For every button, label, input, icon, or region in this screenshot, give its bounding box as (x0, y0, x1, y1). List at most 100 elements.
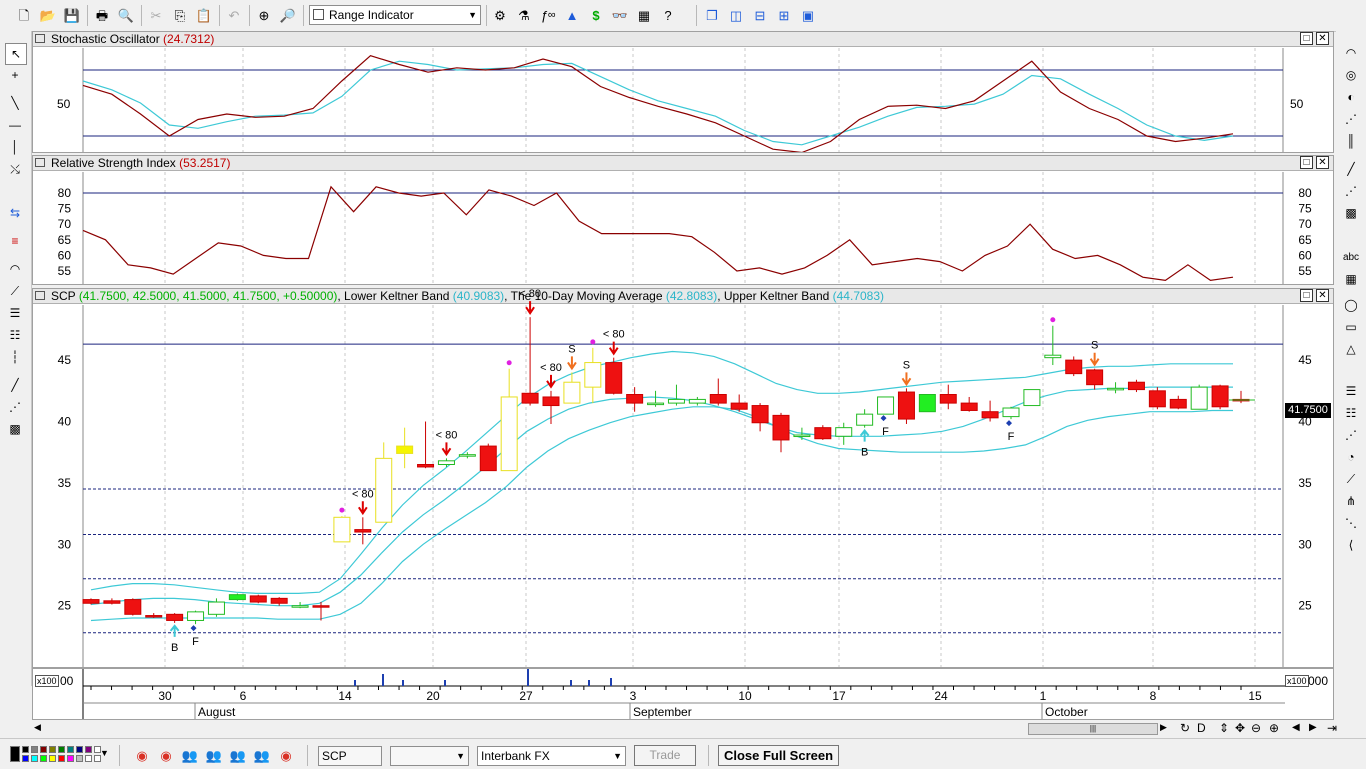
undo-icon[interactable]: ↶ (224, 5, 244, 25)
scroll-right-icon[interactable]: ▶ (1160, 722, 1167, 733)
browser-icon[interactable]: ◉ (156, 745, 176, 765)
refresh-icon[interactable]: ↻ (1180, 721, 1190, 735)
trend-icon[interactable]: ▲ (562, 5, 582, 25)
object-properties-icon[interactable]: ⚙ (490, 5, 510, 25)
gann-fan-tool-icon[interactable]: ⋰ (5, 397, 25, 417)
fibonacci-ext-tool-icon[interactable]: ☷ (5, 325, 25, 345)
ellipse-tool-icon[interactable]: ◯ (1341, 295, 1361, 315)
copy-icon[interactable]: ⎘ (170, 5, 190, 25)
cycle-lines-tool-icon[interactable]: ┆ (5, 347, 25, 367)
ellipse-tool-icon[interactable]: ◐ (1341, 87, 1361, 107)
color-swatch[interactable] (76, 746, 83, 753)
symbol-input[interactable]: SCP (318, 746, 382, 766)
line-tool-icon[interactable]: ╱ (1341, 159, 1361, 179)
gann-tool-icon[interactable]: ⋱ (1341, 513, 1361, 533)
line-tool-icon[interactable]: ╱ (5, 375, 25, 395)
rectangle-tool-icon[interactable]: ▭ (1341, 317, 1361, 337)
tile-vertical-icon[interactable]: ◫ (726, 5, 746, 25)
crosshair-icon[interactable]: ⊕ (254, 5, 274, 25)
speed-fan-tool-icon[interactable]: ⟋ (1341, 469, 1361, 489)
formula-icon[interactable]: ƒ ∞ (538, 5, 558, 25)
open-folder-icon[interactable]: 📂 (38, 5, 58, 25)
indicator-select[interactable]: Range Indicator ▼ (309, 5, 481, 25)
color-swatch[interactable] (49, 746, 56, 753)
scroll-left-icon[interactable]: ◀ (34, 722, 41, 733)
screenshot-icon[interactable]: ▣ (798, 5, 818, 25)
crosshair-tool-icon[interactable]: + (5, 65, 25, 85)
go-to-end-icon[interactable]: ⇥ (1327, 721, 1337, 735)
users-icon[interactable]: 👥 (228, 745, 248, 765)
cycle-lines-tool-icon[interactable]: ║ (1341, 131, 1361, 151)
grid-tool-icon[interactable]: ▩ (5, 419, 25, 439)
users-icon[interactable]: 👥 (180, 745, 200, 765)
pointer-tool-icon[interactable]: ↖ (5, 43, 27, 65)
channel-tool-icon[interactable]: ≡ (5, 231, 25, 251)
indicator-builder-icon[interactable]: ⚗ (514, 5, 534, 25)
fibonacci-tool-icon[interactable]: ☰ (1341, 381, 1361, 401)
arc-tool-icon[interactable]: ◠ (1341, 43, 1361, 63)
color-swatch[interactable] (22, 746, 29, 753)
users-icon[interactable]: 👥 (204, 745, 224, 765)
help-icon[interactable]: ? (658, 5, 678, 25)
zoom-out-icon[interactable]: ⊖ (1251, 721, 1261, 735)
cascade-icon[interactable]: ❐ (702, 5, 722, 25)
grid-tool-icon[interactable]: ▩ (1341, 203, 1361, 223)
tile-grid-icon[interactable]: ⊞ (774, 5, 794, 25)
color-swatch[interactable] (40, 755, 47, 762)
save-icon[interactable]: 💾 (62, 5, 82, 25)
horizontal-line-tool-icon[interactable]: — (5, 115, 25, 135)
print-preview-icon[interactable]: 🔍 (116, 5, 136, 25)
zoom-in-icon[interactable]: ⊕ (1269, 721, 1279, 735)
table-tool-icon[interactable]: ▦ (1341, 269, 1361, 289)
tile-horizontal-icon[interactable]: ⊟ (750, 5, 770, 25)
dollar-icon[interactable]: $ (586, 5, 606, 25)
speed-lines-tool-icon[interactable]: ⋰ (1341, 181, 1361, 201)
color-swatch[interactable] (58, 746, 65, 753)
next-icon[interactable]: ▶ (1309, 722, 1317, 733)
color-palette[interactable] (10, 744, 101, 766)
color-swatch[interactable] (31, 755, 38, 762)
fibonacci-tool-icon[interactable]: ☰ (5, 303, 25, 323)
chart-properties-icon[interactable]: ▦ (634, 5, 654, 25)
color-swatch[interactable] (85, 746, 92, 753)
color-swatch[interactable] (85, 755, 92, 762)
color-swatch[interactable] (22, 755, 29, 762)
previous-icon[interactable]: ◀ (1292, 722, 1300, 733)
move-icon[interactable]: ✥ (1235, 721, 1245, 735)
zoom-icon[interactable]: 🔎 (278, 5, 298, 25)
horizontal-scrollbar-thumb[interactable]: ||| (1028, 723, 1158, 735)
color-swatch[interactable] (67, 746, 74, 753)
color-swatch[interactable] (40, 746, 47, 753)
users-icon[interactable]: 👥 (252, 745, 272, 765)
browser-icon[interactable]: ◉ (132, 745, 152, 765)
andrews-fork-tool-icon[interactable]: ⋔ (1341, 491, 1361, 511)
fan-tool-icon[interactable]: ⟋ (5, 281, 25, 301)
period-select[interactable]: ▼ (390, 746, 469, 766)
fan-tool-icon[interactable]: ⋰ (1341, 109, 1361, 129)
trade-button[interactable]: Trade (634, 745, 696, 766)
text-tool-icon[interactable]: abc (1341, 247, 1361, 267)
vertical-zoom-icon[interactable]: ⇕ (1219, 721, 1229, 735)
binoculars-icon[interactable]: 👓 (610, 5, 630, 25)
triangle-tool-icon[interactable]: △ (1341, 339, 1361, 359)
fibonacci-fan-tool-icon[interactable]: ⋰ (1341, 425, 1361, 445)
wave-tool-icon[interactable]: ⟨ (1341, 535, 1361, 555)
print-icon[interactable]: 🖶 (92, 5, 112, 25)
color-swatch[interactable] (49, 755, 56, 762)
scroll-tool-icon[interactable]: ⇆ (5, 203, 25, 223)
fibonacci-arc-tool-icon[interactable]: ◔ (1341, 447, 1361, 467)
period-d-icon[interactable]: D (1197, 721, 1206, 735)
cross-tool-icon[interactable]: ⤯ (5, 159, 25, 179)
arc-tool-icon[interactable]: ◠ (5, 259, 25, 279)
color-swatch[interactable] (31, 746, 38, 753)
feed-select[interactable]: Interbank FX ▼ (477, 746, 626, 766)
fibonacci-ext-tool-icon[interactable]: ☷ (1341, 403, 1361, 423)
close-full-screen-button[interactable]: Close Full Screen (718, 745, 839, 766)
color-swatch[interactable] (58, 755, 65, 762)
spiral-tool-icon[interactable]: ◎ (1341, 65, 1361, 85)
color-swatch[interactable] (67, 755, 74, 762)
palette-dropdown-icon[interactable]: ▼ (100, 748, 109, 758)
color-swatch[interactable] (76, 755, 83, 762)
new-file-icon[interactable]: 🗋 (14, 5, 34, 25)
cut-icon[interactable]: ✂ (146, 5, 166, 25)
